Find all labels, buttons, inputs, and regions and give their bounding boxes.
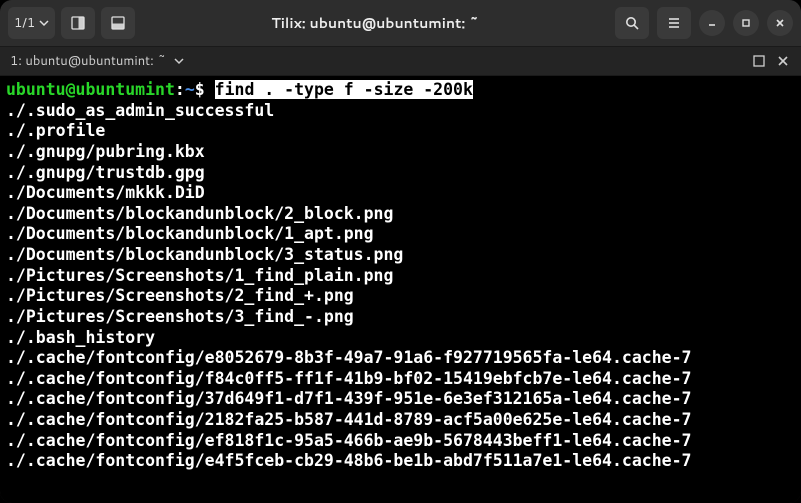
session-tabbar: 1: ubuntu@ubuntumint: ~ xyxy=(0,46,801,76)
titlebar-left: 1/1 xyxy=(8,7,135,39)
minimize-button[interactable] xyxy=(699,10,725,36)
command-text: find . -type f -size -200k xyxy=(215,80,473,99)
prompt-path: ~ xyxy=(185,80,195,99)
terminal-pane[interactable]: ubuntu@ubuntumint:~$ find . -type f -siz… xyxy=(0,76,801,503)
titlebar-right xyxy=(615,7,793,39)
close-button[interactable] xyxy=(767,10,793,36)
prompt-sep-dollar: $ xyxy=(195,80,215,99)
window-title: Tilix: ubuntu@ubuntumint: ~ xyxy=(141,13,609,33)
chevron-down-icon xyxy=(39,18,49,28)
page-counter-pill[interactable]: 1/1 xyxy=(8,7,55,39)
command-output: ./.sudo_as_admin_successful ./.profile .… xyxy=(6,101,795,472)
maximize-pane-button[interactable] xyxy=(751,53,767,69)
titlebar: 1/1 Tilix: ubuntu@ubuntumint: ~ xyxy=(0,0,801,46)
session-tab-label[interactable]: 1: ubuntu@ubuntumint: ~ xyxy=(10,52,166,70)
close-pane-button[interactable] xyxy=(775,53,791,69)
split-down-button[interactable] xyxy=(101,7,135,39)
prompt-user-host: ubuntu@ubuntumint xyxy=(6,80,175,99)
prompt-sep-colon: : xyxy=(175,80,185,99)
search-button[interactable] xyxy=(615,7,649,39)
chevron-down-icon[interactable] xyxy=(174,56,184,66)
maximize-button[interactable] xyxy=(733,10,759,36)
tilix-window: 1/1 Tilix: ubuntu@ubuntumint: ~ xyxy=(0,0,801,503)
page-counter-text: 1/1 xyxy=(14,14,35,32)
split-right-button[interactable] xyxy=(61,7,95,39)
hamburger-menu-button[interactable] xyxy=(657,7,691,39)
